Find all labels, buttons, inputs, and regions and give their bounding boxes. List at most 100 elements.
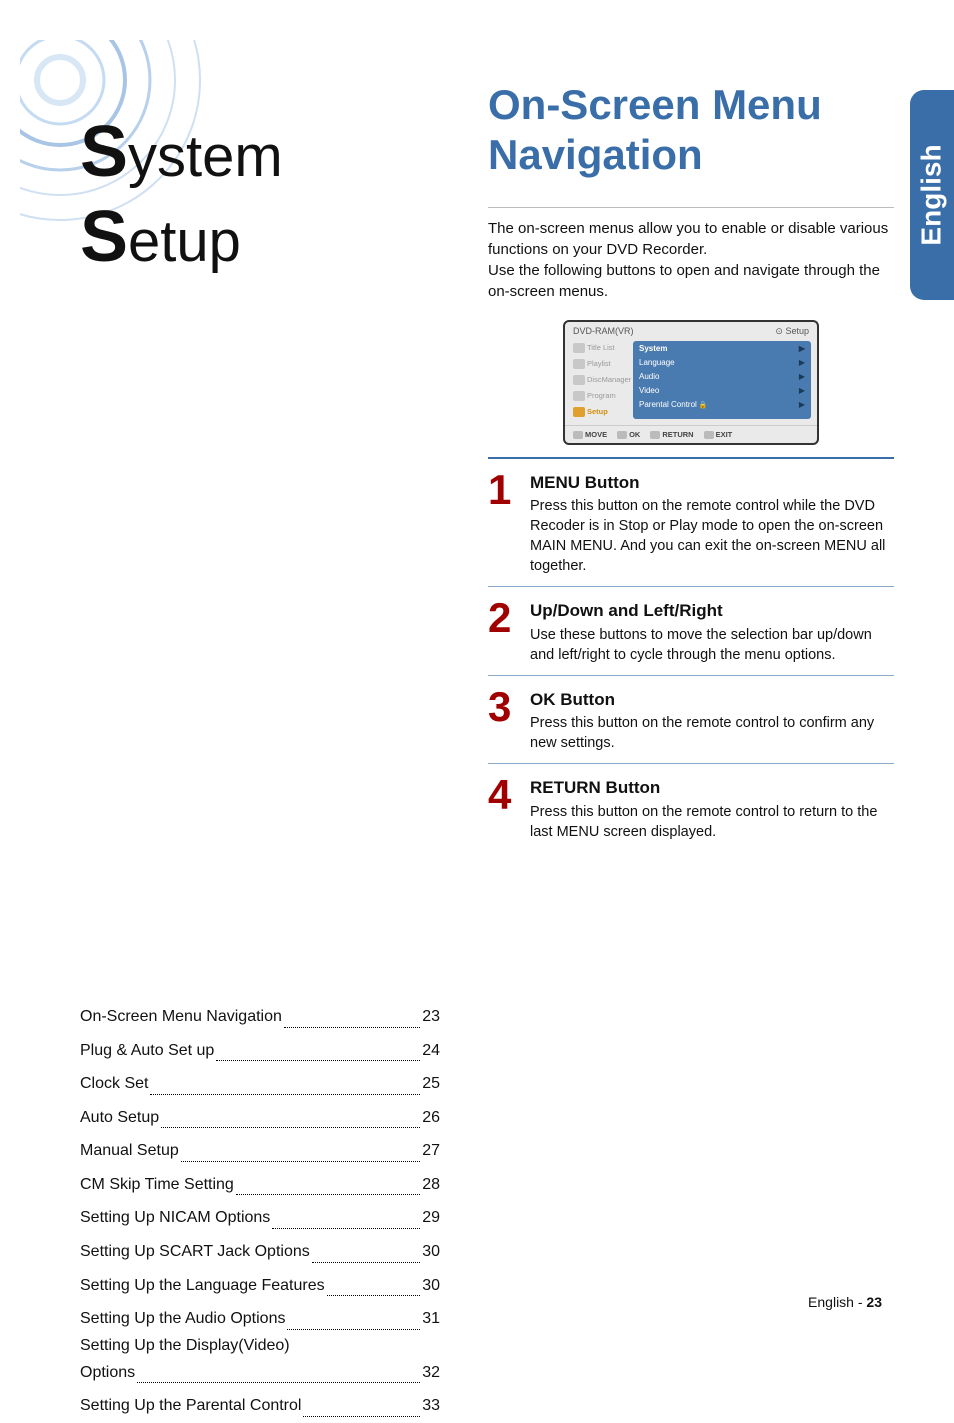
toc-item: Setting Up the Audio Options 31 [80,1302,440,1336]
footer-page-number: 23 [866,1294,882,1310]
osd-screenshot: DVD-RAM(VR) ⊙ Setup Title ListPlaylistDi… [563,320,819,445]
osd-options-panel: System▶Language▶Audio▶Video▶Parental Con… [633,341,811,419]
toc-item-page: 30 [422,1269,440,1303]
page-title: System Setup [80,110,440,280]
step-heading: OK Button [530,688,894,711]
legend-button-icon [617,431,627,439]
chevron-right-icon: ▶ [799,344,805,353]
step-number: 3 [488,688,524,753]
osd-option-label: Video [639,386,659,395]
osd-legend-item: RETURN [650,430,693,439]
osd-sidebar-icon [573,359,585,369]
legend-button-icon [704,431,714,439]
step-body: RETURN Button Press this button on the re… [530,776,894,841]
step-number: 2 [488,599,524,664]
toc-item-label: Setting Up the Parental Control [80,1389,301,1423]
toc-item-page: 24 [422,1034,440,1068]
instruction-step: 4RETURN ButtonPress this button on the r… [488,776,894,841]
divider [488,763,894,764]
divider [488,675,894,676]
osd-sidebar-item: Playlist [571,357,629,371]
osd-sidebar-item: Title List [571,341,629,355]
toc-item-label: Clock Set [80,1067,148,1101]
page-footer: English - 23 [808,1294,882,1310]
divider [488,457,894,459]
osd-sidebar-icon [573,407,585,417]
step-heading: RETURN Button [530,776,894,799]
step-text: Press this button on the remote control … [530,802,894,842]
osd-option: Video ▶ [639,386,805,395]
step-body: Up/Down and Left/Right Use these buttons … [530,599,894,664]
toc-dots [327,1263,421,1297]
toc-item-page: 27 [422,1134,440,1168]
osd-sidebar-icon [573,375,585,385]
step-body: MENU ButtonPress this button on the remo… [530,471,894,576]
osd-option-label: System [639,344,667,353]
instruction-step: 1MENU ButtonPress this button on the rem… [488,471,894,576]
osd-sidebar-label: Setup [587,407,608,416]
toc-item-page: 28 [422,1168,440,1202]
osd-option-label: Language [639,358,675,367]
toc-item-page: 26 [422,1101,440,1135]
chevron-right-icon: ▶ [799,358,805,367]
osd-sidebar-icon [573,343,585,353]
language-side-tab-label: English [916,144,948,245]
divider [488,586,894,587]
toc-item-label: CM Skip Time Setting [80,1168,234,1202]
step-heading: MENU Button [530,471,894,494]
instruction-step: 3OK ButtonPress this button on the remot… [488,688,894,753]
toc-item-label: Auto Setup [80,1101,159,1135]
osd-option: System ▶ [639,344,805,353]
toc-item-page: 29 [422,1201,440,1235]
lock-icon: 🔒 [699,402,708,409]
chevron-right-icon: ▶ [799,400,805,409]
divider [488,207,894,208]
osd-legend-item: OK [617,430,640,439]
osd-legend-item: EXIT [704,430,733,439]
osd-option: Parental Control🔒 ▶ [639,400,805,409]
toc-item-page: 31 [422,1302,440,1336]
toc-item-label: Setting Up SCART Jack Options [80,1235,310,1269]
toc-dots [150,1061,420,1095]
step-text: Press this button on the remote control … [530,713,894,753]
osd-top-right: ⊙ Setup [775,326,809,337]
toc-item: Setting Up the Parental Control 33 [80,1389,440,1423]
footer-language: English [808,1294,854,1310]
toc-item-page: 33 [422,1389,440,1423]
osd-sidebar-label: Program [587,391,616,400]
toc-item-label: Options [80,1356,135,1390]
toc-item-page: 23 [422,1000,440,1034]
intro-text: The on-screen menus allow you to enable … [488,218,894,302]
osd-option: Audio▶ [639,372,805,381]
legend-button-icon [573,431,583,439]
section-heading: On-Screen Menu Navigation [488,80,894,181]
step-body: OK ButtonPress this button on the remote… [530,688,894,753]
chevron-right-icon: ▶ [799,386,805,395]
osd-sidebar-label: Playlist [587,359,611,368]
toc-dots [272,1195,420,1229]
step-heading: Up/Down and Left/Right [530,599,894,622]
toc-dots [216,1028,420,1062]
toc-item-label: Setting Up the Audio Options [80,1302,285,1336]
step-text: Use these buttons to move the selection … [530,625,894,665]
osd-sidebar-label: Title List [587,343,615,352]
toc-item-label: Setting Up NICAM Options [80,1201,270,1235]
toc-dots [236,1162,420,1196]
osd-legend: MOVEOKRETURNEXIT [565,425,817,443]
osd-sidebar-item: Program [571,389,629,403]
toc-dots [161,1095,420,1129]
legend-button-icon [650,431,660,439]
osd-option-label: Parental Control🔒 [639,400,708,409]
toc-item-label: Manual Setup [80,1134,179,1168]
toc-item-page: 32 [422,1356,440,1390]
osd-sidebar-label: DiscManager [587,375,631,384]
toc-dots [312,1229,420,1263]
toc-dots [303,1383,420,1417]
step-text: Press this button on the remote control … [530,496,894,576]
osd-option: Language ▶ [639,358,805,367]
toc-dots [181,1128,420,1162]
osd-sidebar-item: DiscManager [571,373,629,387]
instruction-step: 2 Up/Down and Left/Right Use these buttons… [488,599,894,664]
table-of-contents: On-Screen Menu Navigation23Plug & Auto S… [80,1000,440,1423]
toc-dots [284,994,420,1028]
